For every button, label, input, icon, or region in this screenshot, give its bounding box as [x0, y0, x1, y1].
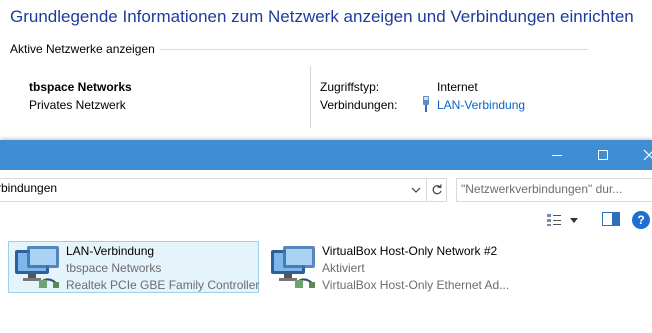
minimize-button[interactable] [534, 140, 580, 170]
network-adapter-icon [269, 244, 319, 292]
access-type-value: Internet [437, 80, 478, 94]
network-connections-window: rbindungen ? [0, 140, 652, 333]
refresh-icon [432, 184, 442, 195]
minimize-icon [552, 155, 562, 156]
maximize-icon [598, 150, 608, 160]
help-icon: ? [637, 213, 645, 227]
network-name: tbspace Networks [29, 80, 132, 94]
address-history-button[interactable] [406, 179, 426, 201]
network-type: Privates Netzwerk [29, 98, 126, 112]
preview-pane-button[interactable] [602, 212, 622, 228]
connection-adapter: VirtualBox Host-Only Ethernet Ad... [322, 278, 510, 292]
chevron-down-icon [411, 187, 421, 193]
change-view-button[interactable] [546, 212, 582, 228]
network-adapter-icon [13, 244, 63, 292]
access-type-label: Zugriffstyp: [320, 80, 380, 94]
help-button[interactable]: ? [632, 211, 650, 229]
connection-item-virtualbox[interactable]: VirtualBox Host-Only Network #2 Aktivier… [265, 242, 525, 292]
dropdown-arrow-icon [570, 217, 578, 223]
close-button[interactable] [626, 140, 652, 170]
page-title: Grundlegende Informationen zum Netzwerk … [10, 7, 634, 26]
close-icon [643, 149, 652, 161]
connection-name: VirtualBox Host-Only Network #2 [322, 244, 498, 258]
search-input[interactable] [461, 181, 651, 197]
search-box[interactable] [456, 178, 652, 202]
active-networks-heading: Aktive Netzwerke anzeigen [10, 42, 155, 56]
vertical-divider [310, 66, 311, 128]
window-titlebar[interactable] [0, 140, 652, 170]
view-options-icon [547, 214, 561, 226]
connection-adapter: Realtek PCIe GBE Family Controller [66, 278, 260, 292]
maximize-button[interactable] [580, 140, 626, 170]
connection-name: LAN-Verbindung [66, 244, 155, 258]
refresh-button[interactable] [426, 179, 447, 201]
address-path[interactable]: rbindungen [0, 181, 57, 195]
connection-network: tbspace Networks [66, 261, 162, 275]
connection-item-lan[interactable]: LAN-Verbindung tbspace Networks Realtek … [8, 241, 259, 293]
preview-pane-icon [602, 212, 620, 226]
address-bar[interactable]: rbindungen [0, 178, 447, 202]
lan-connection-link[interactable]: LAN-Verbindung [437, 98, 525, 112]
section-divider [160, 49, 588, 50]
connections-label: Verbindungen: [320, 98, 398, 112]
connection-status: Aktiviert [322, 261, 365, 275]
ethernet-connection-icon [421, 96, 431, 112]
